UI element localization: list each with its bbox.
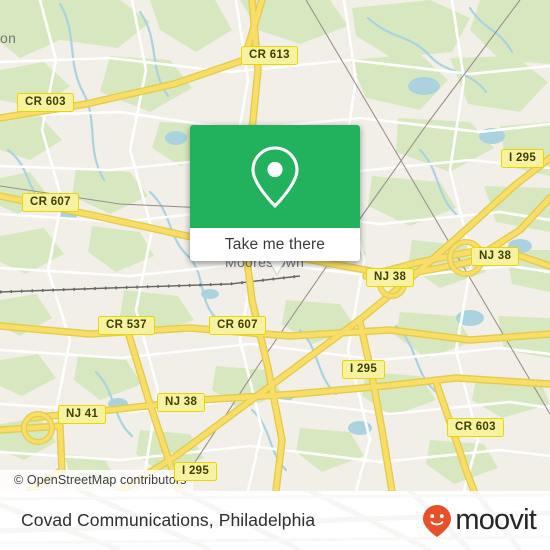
osm-attribution[interactable]: © OpenStreetMap contributors	[0, 470, 193, 491]
road-shield: CR 537	[98, 316, 155, 335]
road-shield: I 295	[501, 149, 545, 168]
location-popup-card[interactable]: Take me there	[190, 125, 360, 261]
map-pin-icon	[251, 145, 299, 208]
road-shield: I 295	[174, 462, 218, 481]
road-shield: NJ 41	[58, 405, 107, 424]
road-shield: I 295	[342, 360, 386, 379]
moovit-logo[interactable]: moovit	[422, 491, 537, 550]
road-shield: CR 603	[17, 93, 74, 112]
footer-bar: Covad Communications, Philadelphia moovi…	[0, 491, 550, 550]
road-shield: CR 607	[22, 193, 79, 212]
moovit-wordmark: moovit	[455, 504, 536, 536]
road-shield: NJ 38	[366, 268, 415, 287]
road-shield: CR 603	[447, 418, 504, 437]
place-label: on	[0, 30, 17, 46]
popup-thumbnail	[190, 125, 360, 228]
road-shield: NJ 38	[471, 247, 520, 266]
road-shield: NJ 38	[157, 393, 206, 412]
moovit-smiley-pin-icon	[423, 504, 452, 537]
road-shield: CR 613	[241, 46, 298, 65]
page-title: Covad Communications, Philadelphia	[21, 510, 316, 530]
take-me-there-button[interactable]: Take me there	[190, 228, 360, 261]
road-shield: CR 607	[209, 316, 266, 335]
map-viewport[interactable]: CR 613 CR 603 I 295 CR 607 NJ 38 NJ 38 CR 537 C…	[0, 0, 550, 491]
